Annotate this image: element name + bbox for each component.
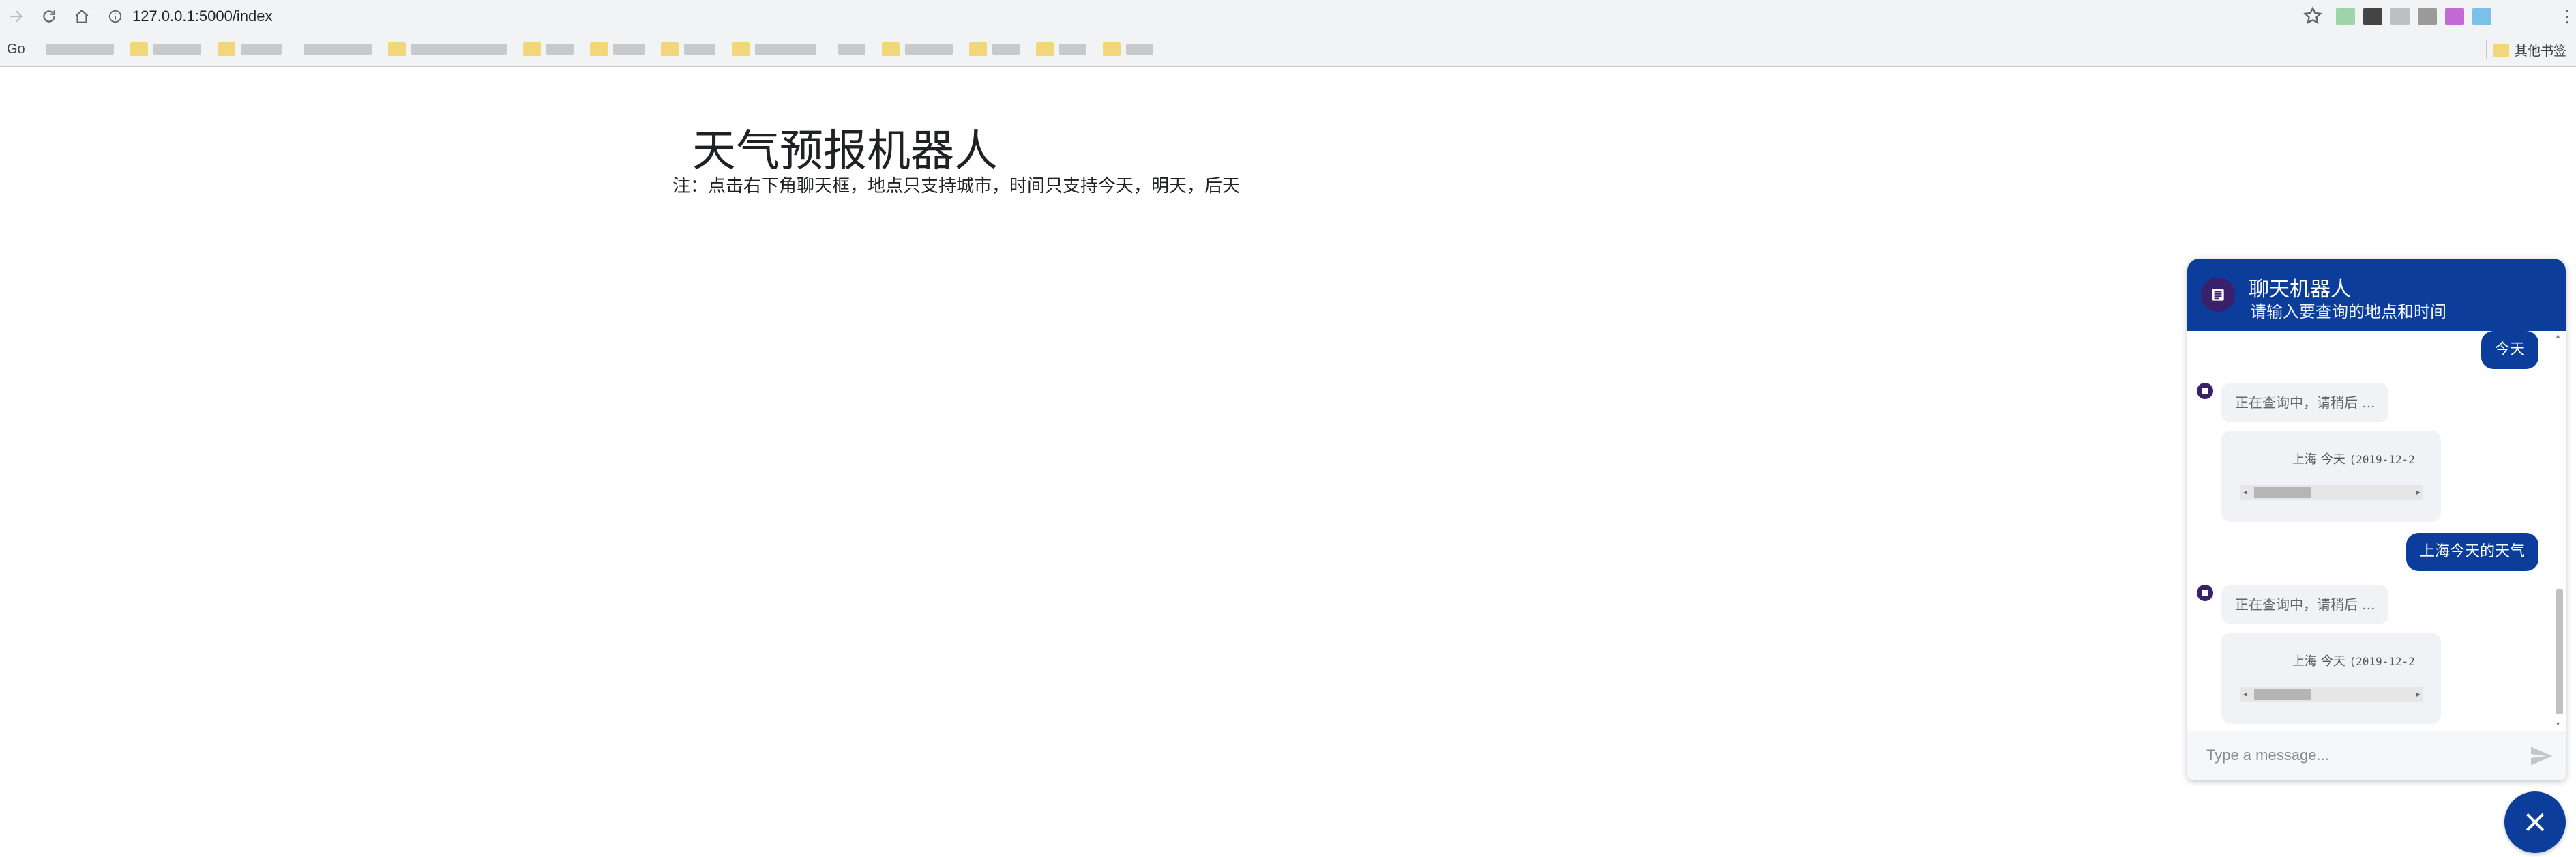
bookmark-item[interactable]: [881, 40, 953, 58]
forward-icon[interactable]: [0, 0, 33, 33]
chat-subtitle: 请输入要查询的地点和时间: [2250, 303, 2446, 321]
bookmarks-divider: [2486, 40, 2487, 59]
weather-card-date: (2019-12-2: [2349, 453, 2415, 466]
card-horizontal-scrollbar[interactable]: ◂ ▸: [2240, 687, 2423, 702]
chat-widget: 聊天机器人 请输入要查询的地点和时间 今天 正在查询中，请稍后 ... 上海 今…: [2187, 259, 2566, 780]
scroll-thumb[interactable]: [2254, 487, 2311, 498]
address-bar[interactable]: 127.0.0.1:5000/index: [102, 3, 2292, 29]
user-message: 上海今天的天气: [2405, 533, 2538, 571]
send-icon[interactable]: [2528, 744, 2555, 768]
scroll-right-icon[interactable]: ▸: [2416, 689, 2420, 699]
bot-message: 正在查询中，请稍后 ...: [2221, 383, 2389, 422]
message-input-placeholder: Type a message...: [2206, 746, 2329, 764]
chat-messages[interactable]: 今天 正在查询中，请稍后 ... 上海 今天 (2019-12-2 ◂ ▸ 上海…: [2187, 331, 2566, 729]
chatbot-avatar-icon: [2201, 278, 2235, 312]
folder-icon: [660, 42, 679, 56]
bookmark-item[interactable]: [1102, 40, 1153, 58]
folder-icon: [2492, 43, 2509, 57]
browser-toolbar: 127.0.0.1:5000/index: [0, 0, 2576, 33]
bookmark-star-icon[interactable]: [2303, 5, 2324, 27]
bookmark-item[interactable]: [968, 40, 1020, 58]
bookmark-item[interactable]: Go: [7, 42, 25, 57]
weather-card: 上海 今天 (2019-12-2 ◂ ▸: [2221, 633, 2441, 724]
menu-kebab-icon[interactable]: ⋮: [2559, 7, 2575, 27]
url-text: 127.0.0.1:5000/index: [132, 8, 273, 25]
close-chat-button[interactable]: [2504, 791, 2566, 853]
site-info-icon[interactable]: [105, 6, 125, 27]
scroll-thumb[interactable]: [2254, 689, 2311, 700]
extensions-area: [2336, 5, 2491, 27]
folder-icon: [731, 42, 750, 56]
scroll-left-icon[interactable]: ◂: [2243, 689, 2247, 699]
folder-icon: [1102, 42, 1121, 56]
other-bookmarks-label: 其他书签: [2514, 44, 2566, 59]
bookmark-item[interactable]: [522, 40, 574, 58]
weather-card: 上海 今天 (2019-12-2 ◂ ▸: [2221, 431, 2441, 522]
scroll-up-icon[interactable]: ▴: [2556, 332, 2560, 340]
extension-icon[interactable]: [2418, 8, 2437, 25]
weather-card-text: 上海 今天 (2019-12-2: [2292, 652, 2415, 669]
bookmark-item[interactable]: [217, 40, 282, 58]
user-message: 今天: [2481, 331, 2538, 369]
folder-icon: [130, 42, 148, 56]
bookmark-item[interactable]: [387, 40, 507, 58]
scroll-right-icon[interactable]: ▸: [2416, 487, 2420, 497]
folder-icon: [589, 42, 608, 56]
bookmark-item[interactable]: [130, 40, 201, 58]
folder-icon: [387, 42, 406, 56]
extension-icon[interactable]: [2445, 8, 2464, 25]
extension-icon[interactable]: [2390, 8, 2410, 25]
weather-card-location: 上海 今天: [2292, 654, 2345, 669]
bookmark-item[interactable]: [731, 40, 816, 58]
extension-icon[interactable]: [2336, 8, 2355, 25]
weather-card-text: 上海 今天 (2019-12-2: [2292, 450, 2415, 467]
bot-message: 正在查询中，请稍后 ...: [2221, 585, 2389, 624]
bookmark-item[interactable]: [42, 40, 114, 58]
bot-avatar-icon: [2197, 383, 2213, 399]
card-horizontal-scrollbar[interactable]: ◂ ▸: [2240, 485, 2423, 500]
folder-icon: [968, 42, 987, 56]
bookmark-item[interactable]: [1035, 40, 1086, 58]
extension-icon[interactable]: [2472, 8, 2491, 25]
bookmark-item[interactable]: [589, 40, 645, 58]
folder-icon: [522, 42, 541, 56]
bookmark-item[interactable]: [833, 40, 865, 58]
bookmarks-bar: Go: [0, 33, 2576, 67]
message-input[interactable]: Type a message...: [2187, 731, 2566, 780]
scroll-down-icon[interactable]: ▾: [2556, 721, 2560, 728]
other-bookmarks[interactable]: 其他书签: [2492, 41, 2566, 59]
bookmark-item[interactable]: [660, 40, 715, 58]
bookmark-item[interactable]: [298, 40, 372, 58]
chat-scroll-thumb[interactable]: [2556, 589, 2563, 714]
chat-header: 聊天机器人 请输入要查询的地点和时间: [2187, 259, 2566, 331]
folder-icon: [1035, 42, 1054, 56]
folder-icon: [217, 42, 235, 56]
scroll-left-icon[interactable]: ◂: [2243, 487, 2247, 497]
page-note: 注：点击右下角聊天框，地点只支持城市，时间只支持今天，明天，后天: [672, 175, 1241, 196]
home-icon[interactable]: [65, 0, 98, 33]
reload-icon[interactable]: [33, 0, 65, 33]
extension-icon[interactable]: [2363, 8, 2382, 25]
weather-card-date: (2019-12-2: [2349, 655, 2415, 668]
page-title: 天气预报机器人: [692, 126, 998, 175]
close-icon: [2526, 813, 2545, 832]
weather-card-location: 上海 今天: [2292, 452, 2345, 467]
chat-scrollbar[interactable]: ▴ ▾: [2555, 332, 2564, 728]
folder-icon: [881, 42, 900, 56]
bot-avatar-icon: [2197, 585, 2213, 601]
